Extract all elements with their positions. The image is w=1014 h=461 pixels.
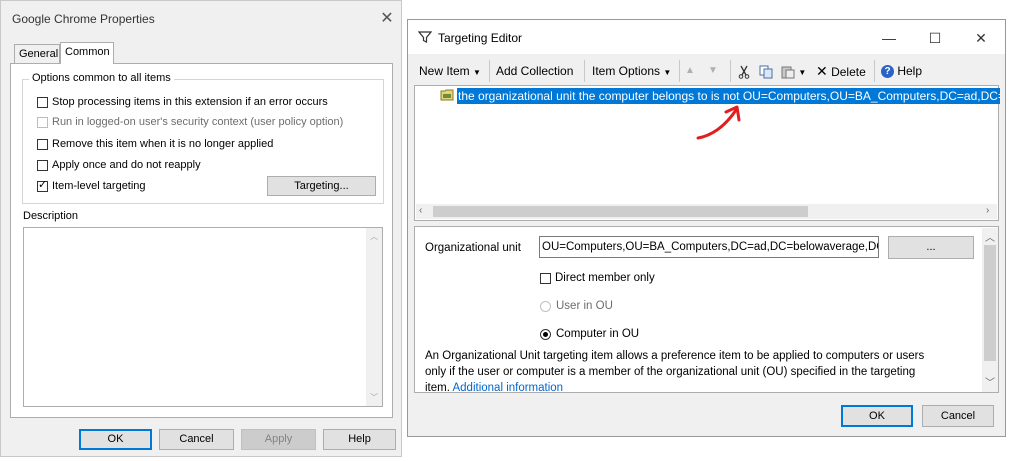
additional-information-link[interactable]: Additional information: [452, 382, 563, 392]
targeting-button[interactable]: Targeting...: [267, 176, 376, 196]
toolbar-separator: [584, 60, 585, 82]
toolbar: New Item ▼ Add Collection Item Options ▼…: [408, 54, 1005, 88]
ou-label: Organizational unit: [425, 242, 521, 254]
tab-general[interactable]: General: [14, 44, 60, 64]
dropdown-arrow-icon: ▼: [473, 68, 481, 77]
toolbar-separator: [874, 60, 875, 82]
user-in-ou-radio: [540, 300, 551, 312]
annotation-arrow-icon: [696, 105, 741, 140]
direct-member-only-checkbox[interactable]: [540, 272, 551, 284]
run-logged-on-label: Run in logged-on user's security context…: [52, 116, 344, 128]
dialog-title: Google Chrome Properties: [12, 12, 155, 26]
move-down-icon: ▼: [708, 65, 718, 76]
options-group-title: Options common to all items: [29, 72, 174, 84]
cancel-button[interactable]: Cancel: [159, 429, 234, 450]
window-title: Targeting Editor: [438, 31, 523, 45]
computer-in-ou-option[interactable]: Computer in OU: [540, 326, 639, 342]
description-textarea[interactable]: ︿ ﹀: [23, 227, 383, 407]
targeting-editor-window: Targeting Editor — ☐ ✕ New Item ▼ Add Co…: [407, 19, 1006, 437]
new-item-menu[interactable]: New Item ▼: [419, 62, 481, 80]
apply-once-label: Apply once and do not reapply: [52, 159, 201, 171]
toolbar-separator: [730, 60, 731, 82]
delete-x-icon: ✕: [816, 63, 828, 79]
tab-common[interactable]: Common: [60, 42, 114, 64]
properties-dialog: Google Chrome Properties ✕ General Commo…: [0, 0, 402, 457]
stop-processing-checkbox[interactable]: [37, 96, 48, 108]
item-level-targeting-label: Item-level targeting: [52, 180, 146, 192]
description-line-3: item. Additional information: [425, 380, 563, 393]
item-options-label: Item Options: [592, 64, 661, 78]
ok-button[interactable]: OK: [79, 429, 152, 450]
delete-button[interactable]: ✕ Delete: [816, 62, 866, 80]
description-scrollbar[interactable]: ︿ ﹀: [366, 228, 382, 406]
remove-item-label: Remove this item when it is no longer ap…: [52, 138, 274, 150]
checkmark-icon: ✓: [38, 178, 48, 191]
copy-icon[interactable]: [759, 62, 773, 80]
description-label: Description: [23, 210, 79, 222]
stop-processing-label: Stop processing items in this extension …: [52, 96, 328, 108]
browse-ou-button[interactable]: ...: [888, 236, 974, 259]
option-run-logged-on: Run in logged-on user's security context…: [37, 114, 343, 130]
close-icon[interactable]: ✕: [958, 23, 1004, 53]
title-bar: Targeting Editor — ☐ ✕: [408, 20, 1005, 54]
ou-folder-icon: [440, 88, 454, 101]
user-in-ou-option: User in OU: [540, 298, 613, 314]
cut-icon[interactable]: [738, 62, 750, 80]
option-remove-item[interactable]: Remove this item when it is no longer ap…: [37, 136, 273, 152]
scroll-up-icon[interactable]: ︿: [366, 231, 382, 242]
dropdown-arrow-icon: ▼: [663, 68, 672, 77]
computer-in-ou-radio[interactable]: [540, 328, 551, 340]
tab-common-label: Common: [65, 46, 110, 58]
direct-member-only-label: Direct member only: [555, 272, 655, 284]
scroll-thumb[interactable]: [984, 245, 996, 361]
scroll-up-icon[interactable]: ︿: [985, 229, 995, 244]
scroll-thumb[interactable]: [433, 206, 808, 217]
user-in-ou-label: User in OU: [556, 300, 613, 312]
item-level-targeting-checkbox[interactable]: ✓: [37, 178, 48, 192]
help-button[interactable]: ? Help: [881, 62, 922, 80]
new-item-label: New Item: [419, 64, 470, 78]
paste-icon[interactable]: ▼: [781, 62, 806, 80]
scroll-left-icon[interactable]: ‹: [419, 205, 422, 216]
item-options-menu[interactable]: Item Options ▼: [592, 62, 671, 80]
minimize-icon[interactable]: —: [866, 23, 912, 53]
description-line-1: An Organizational Unit targeting item al…: [425, 350, 925, 362]
remove-item-checkbox[interactable]: [37, 138, 48, 150]
option-apply-once[interactable]: Apply once and do not reapply: [37, 157, 201, 173]
tab-panel-common: Options common to all items Stop process…: [10, 63, 393, 418]
scroll-down-icon[interactable]: ﹀: [985, 374, 995, 389]
computer-in-ou-label: Computer in OU: [556, 328, 640, 340]
maximize-icon[interactable]: ☐: [912, 23, 958, 53]
description-line-2: only if the user or computer is a member…: [425, 366, 916, 378]
description-line-3-text: item.: [425, 382, 450, 393]
scroll-right-icon[interactable]: ›: [986, 205, 989, 216]
option-item-level-targeting[interactable]: ✓ Item-level targeting: [37, 178, 146, 194]
option-stop-processing[interactable]: Stop processing items in this extension …: [37, 94, 328, 110]
toolbar-separator: [679, 60, 680, 82]
ou-input[interactable]: OU=Computers,OU=BA_Computers,DC=ad,DC=be…: [539, 236, 879, 258]
tree-horizontal-scrollbar[interactable]: ‹ ›: [416, 204, 997, 219]
ok-button[interactable]: OK: [841, 405, 913, 427]
help-label: Help: [897, 64, 923, 78]
scroll-down-icon[interactable]: ﹀: [366, 392, 382, 403]
cancel-button[interactable]: Cancel: [922, 405, 994, 427]
radio-selected-dot: [543, 331, 548, 337]
move-up-icon: ▲: [685, 65, 695, 76]
delete-label: Delete: [831, 65, 866, 79]
properties-scrollbar[interactable]: ︿ ﹀: [982, 228, 998, 392]
properties-panel: Organizational unit OU=Computers,OU=BA_C…: [414, 226, 999, 393]
apply-once-checkbox[interactable]: [37, 159, 48, 171]
run-logged-on-checkbox: [37, 116, 48, 128]
tab-general-label: General: [19, 48, 59, 60]
apply-button: Apply: [241, 429, 316, 450]
dropdown-arrow-icon: ▼: [798, 68, 807, 77]
add-collection-button[interactable]: Add Collection: [496, 62, 573, 80]
close-icon[interactable]: ✕: [379, 11, 395, 27]
direct-member-only-option[interactable]: Direct member only: [540, 270, 655, 286]
help-icon: ?: [881, 65, 894, 79]
help-button[interactable]: Help: [323, 429, 396, 450]
toolbar-separator: [489, 60, 490, 82]
filter-icon: [417, 30, 433, 44]
